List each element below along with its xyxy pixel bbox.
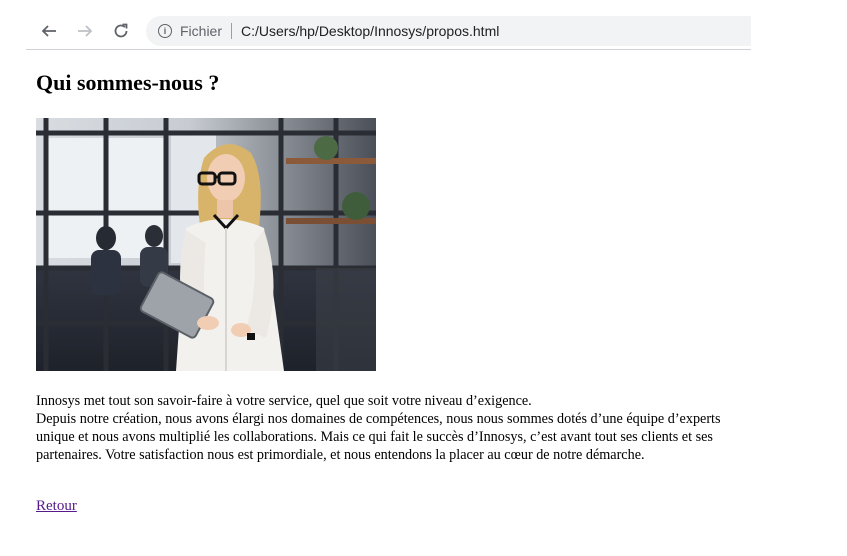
page-title: Qui sommes-nous ? [36, 70, 220, 95]
about-paragraph-2: Depuis notre création, nous avons élargi… [36, 411, 721, 463]
url-text[interactable]: C:/Users/hp/Desktop/Innosys/propos.html [241, 23, 499, 39]
back-link[interactable]: Retour [36, 498, 77, 515]
forward-button[interactable] [72, 18, 98, 44]
about-text: Innosys met tout son savoir-faire à votr… [36, 392, 756, 464]
address-bar[interactable]: i Fichier C:/Users/hp/Desktop/Innosys/pr… [146, 15, 751, 46]
team-photo-illustration [36, 118, 376, 371]
back-button[interactable] [36, 18, 62, 44]
info-icon[interactable]: i [158, 23, 172, 38]
reload-button[interactable] [108, 18, 134, 44]
arrow-right-icon [78, 24, 93, 37]
browser-toolbar: i Fichier C:/Users/hp/Desktop/Innosys/pr… [26, 12, 751, 50]
reload-icon [114, 23, 128, 37]
scheme-label: Fichier [180, 22, 223, 39]
address-separator [231, 22, 233, 39]
team-photo [36, 118, 376, 371]
arrow-left-icon [41, 24, 56, 37]
about-paragraph-1: Innosys met tout son savoir-faire à votr… [36, 393, 532, 409]
